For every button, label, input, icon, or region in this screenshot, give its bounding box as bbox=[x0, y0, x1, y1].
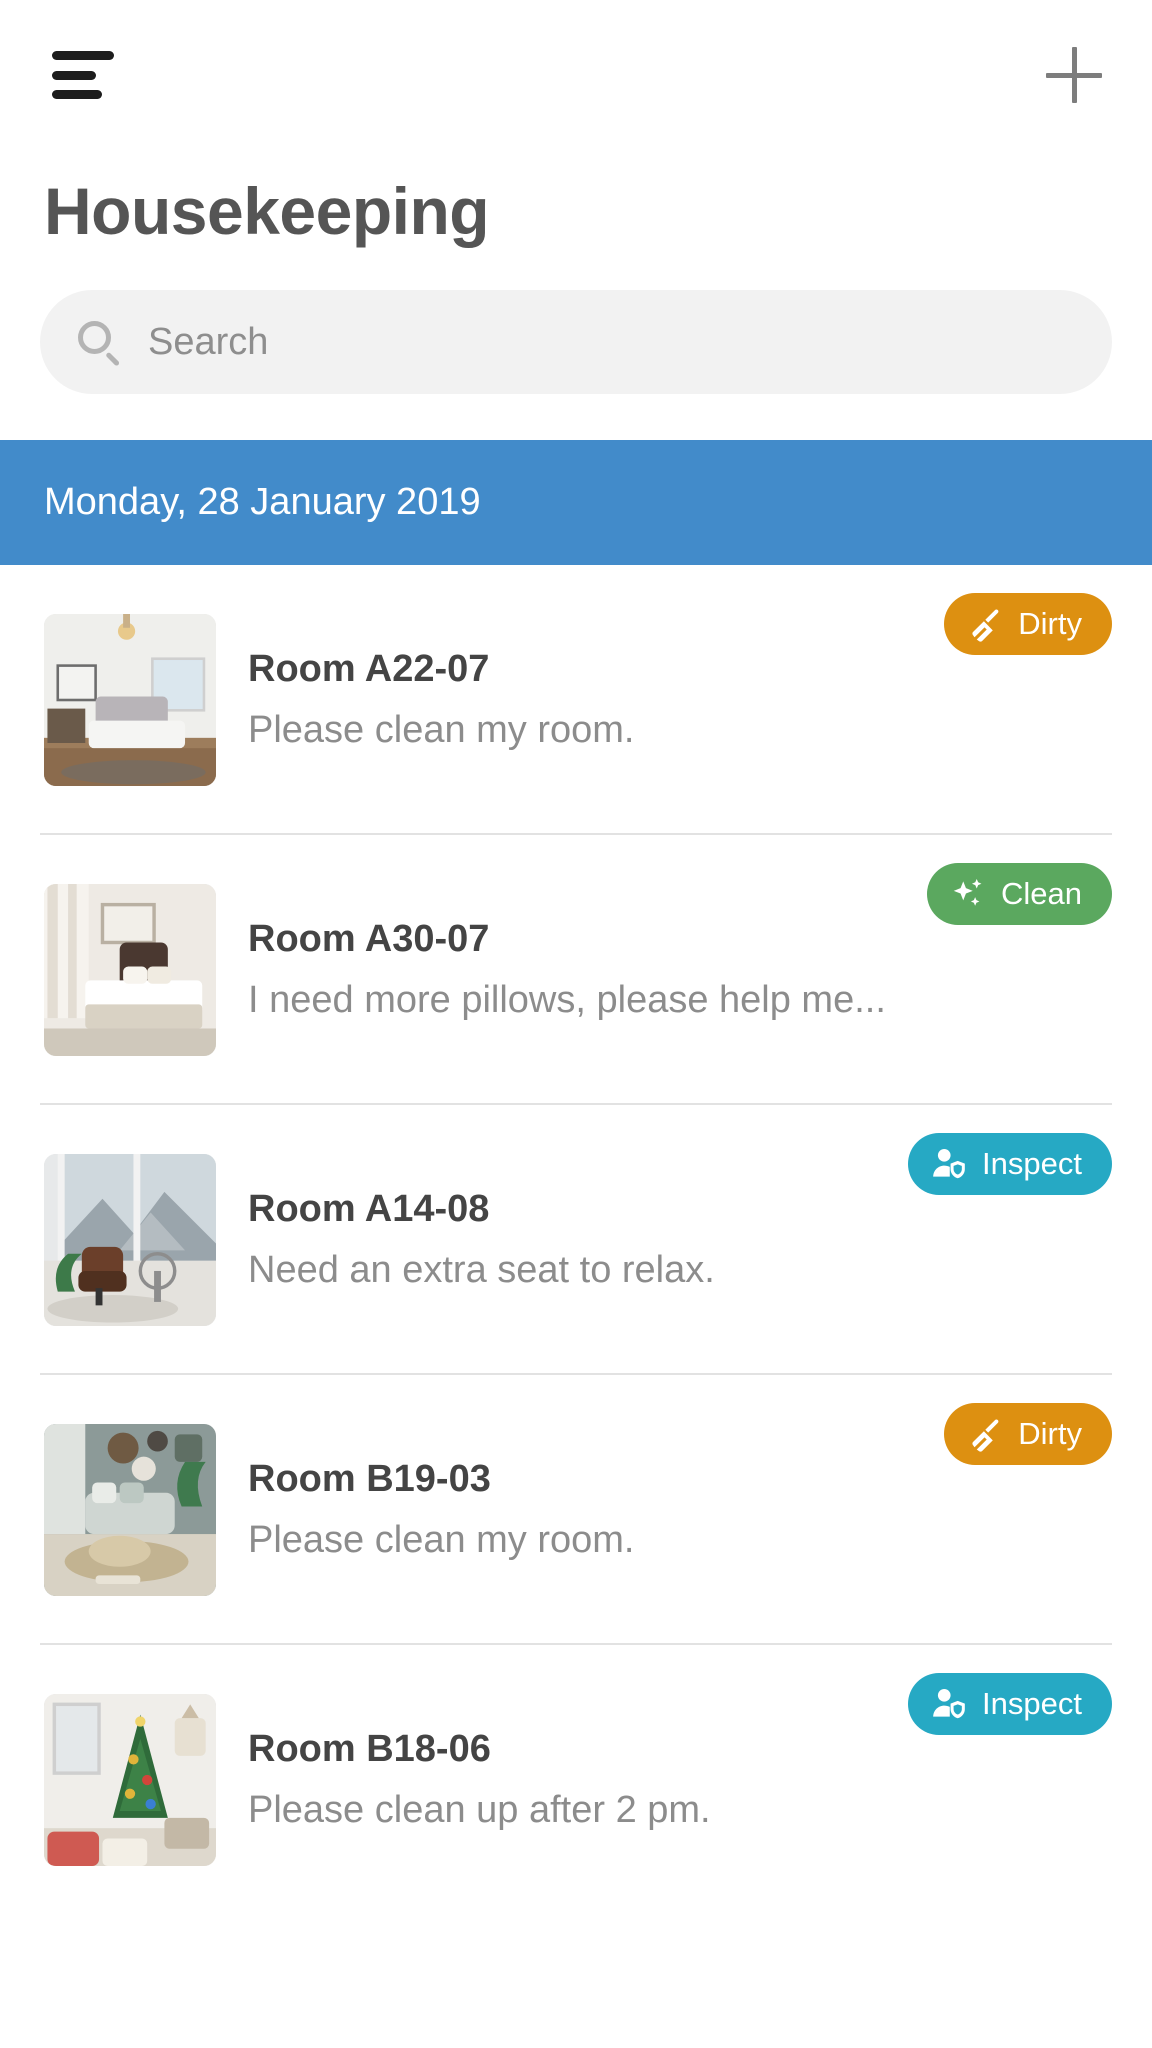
room-info: Inspect Room B18-06 Please clean up afte… bbox=[248, 1645, 1152, 1915]
status-badge[interactable]: Inspect bbox=[908, 1673, 1112, 1735]
page-title: Housekeeping bbox=[44, 174, 490, 248]
room-info: Dirty Room B19-03 Please clean my room. bbox=[248, 1375, 1152, 1645]
search-input[interactable] bbox=[148, 320, 1076, 364]
room-message: I need more pillows, please help me... bbox=[248, 979, 886, 1021]
search-bar[interactable] bbox=[40, 290, 1112, 394]
status-badge-label: Dirty bbox=[1018, 606, 1082, 641]
hamburger-menu-icon[interactable] bbox=[52, 51, 114, 99]
search-icon bbox=[76, 319, 122, 367]
status-badge-label: Inspect bbox=[982, 1686, 1082, 1721]
list-item[interactable]: Dirty Room A22-07 Please clean my room. bbox=[0, 565, 1152, 835]
sparkles-icon bbox=[949, 875, 987, 913]
person-shield-icon bbox=[930, 1685, 968, 1723]
search-bar-container bbox=[0, 244, 1152, 394]
date-banner: Monday, 28 January 2019 bbox=[0, 440, 1152, 565]
brush-icon bbox=[966, 605, 1004, 643]
room-message: Please clean up after 2 pm. bbox=[248, 1789, 711, 1831]
status-badge-label: Inspect bbox=[982, 1146, 1082, 1181]
status-badge-label: Dirty bbox=[1018, 1416, 1082, 1451]
top-bar bbox=[0, 0, 1152, 150]
room-list: Dirty Room A22-07 Please clean my room. bbox=[0, 565, 1152, 1915]
status-badge-label: Clean bbox=[1001, 876, 1082, 911]
status-badge[interactable]: Inspect bbox=[908, 1133, 1112, 1195]
hamburger-line-2 bbox=[52, 70, 96, 80]
room-thumbnail bbox=[44, 884, 216, 1056]
room-info: Dirty Room A22-07 Please clean my room. bbox=[248, 565, 1152, 835]
room-thumbnail bbox=[44, 1694, 216, 1866]
status-badge[interactable]: Dirty bbox=[944, 1403, 1112, 1465]
hamburger-line-3 bbox=[52, 90, 102, 99]
status-badge[interactable]: Dirty bbox=[944, 593, 1112, 655]
hamburger-line-1 bbox=[52, 51, 114, 60]
plus-icon[interactable] bbox=[1046, 47, 1102, 103]
room-message: Please clean my room. bbox=[248, 1519, 635, 1561]
room-thumbnail bbox=[44, 1424, 216, 1596]
room-info: Inspect Room A14-08 Need an extra seat t… bbox=[248, 1105, 1152, 1375]
room-message: Please clean my room. bbox=[248, 709, 635, 751]
list-item[interactable]: Inspect Room A14-08 Need an extra seat t… bbox=[0, 1105, 1152, 1375]
status-badge[interactable]: Clean bbox=[927, 863, 1112, 925]
person-shield-icon bbox=[930, 1145, 968, 1183]
room-message: Need an extra seat to relax. bbox=[248, 1249, 715, 1291]
list-item[interactable]: Inspect Room B18-06 Please clean up afte… bbox=[0, 1645, 1152, 1915]
room-thumbnail bbox=[44, 1154, 216, 1326]
brush-icon bbox=[966, 1415, 1004, 1453]
list-item[interactable]: Clean Room A30-07 I need more pillows, p… bbox=[0, 835, 1152, 1105]
date-banner-text: Monday, 28 January 2019 bbox=[44, 481, 481, 523]
room-info: Clean Room A30-07 I need more pillows, p… bbox=[248, 835, 1152, 1105]
list-item[interactable]: Dirty Room B19-03 Please clean my room. bbox=[0, 1375, 1152, 1645]
room-thumbnail bbox=[44, 614, 216, 786]
housekeeping-screen: Housekeeping Monday, 28 January 2019 bbox=[0, 0, 1152, 2048]
